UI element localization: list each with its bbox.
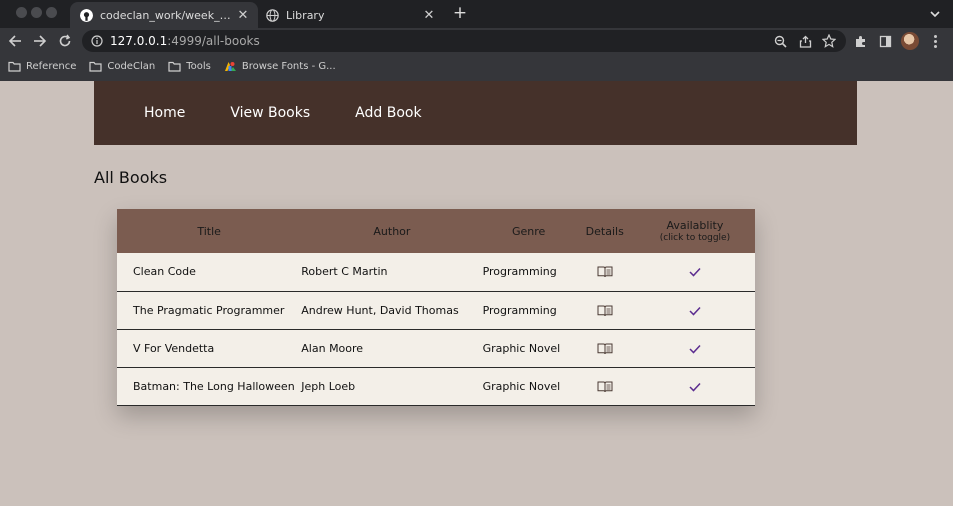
book-details-icon[interactable]: [597, 381, 613, 393]
github-icon: [80, 8, 93, 22]
arrow-left-icon: [8, 35, 21, 47]
details-cell: [575, 329, 635, 367]
book-author: Jeph Loeb: [301, 379, 356, 393]
book-details-icon[interactable]: [597, 343, 613, 355]
bookmark-label: Tools: [186, 60, 211, 72]
column-header-details: Details: [585, 224, 624, 238]
folder-icon: [8, 61, 21, 72]
globe-icon: [266, 8, 279, 22]
column-header-title: Title: [197, 224, 221, 238]
side-panel-icon[interactable]: [876, 32, 894, 50]
book-title: The Pragmatic Programmer: [133, 303, 285, 317]
folder-icon: [89, 61, 102, 72]
window-minimize-dot[interactable]: [31, 7, 42, 18]
table-row: V For Vendetta Alan Moore Graphic Novel: [117, 329, 755, 367]
book-title: Batman: The Long Halloween: [133, 379, 295, 393]
back-button[interactable]: [5, 31, 25, 51]
availability-header-hint: (click to toggle): [659, 233, 731, 243]
tab-strip: codeclan_work/week_03/day_ ✕ Library ✕ +: [0, 0, 953, 28]
forward-button[interactable]: [30, 31, 50, 51]
availability-header-label: Availablity: [666, 219, 724, 232]
availability-cell: [635, 329, 755, 367]
chevron-down-icon[interactable]: [926, 5, 944, 23]
book-genre: Graphic Novel: [482, 379, 561, 393]
availability-cell: [635, 253, 755, 291]
book-details-icon[interactable]: [597, 266, 613, 278]
nav-link-add-book[interactable]: Add Book: [355, 105, 421, 121]
available-check-icon[interactable]: [689, 344, 701, 354]
address-bar[interactable]: 127.0.0.1:4999/all-books: [82, 30, 846, 52]
window-close-dot[interactable]: [16, 7, 27, 18]
availability-cell: [635, 367, 755, 405]
profile-avatar[interactable]: [901, 32, 919, 50]
nav-link-view-books[interactable]: View Books: [230, 105, 310, 121]
browser-chrome: codeclan_work/week_03/day_ ✕ Library ✕ +: [0, 0, 953, 81]
books-table: Title Author Genre Details Availablity (…: [117, 209, 755, 406]
nav-link-home[interactable]: Home: [144, 105, 185, 121]
tab-title: Library: [286, 8, 325, 22]
tab-title: codeclan_work/week_03/day_: [100, 8, 236, 22]
availability-cell: [635, 291, 755, 329]
site-navbar: Home View Books Add Book: [94, 81, 857, 145]
url-host: 127.0.0.1: [110, 34, 168, 48]
folder-icon: [168, 61, 181, 72]
browser-tab-github[interactable]: codeclan_work/week_03/day_ ✕: [70, 2, 258, 28]
extensions-icon[interactable]: [851, 32, 869, 50]
reload-icon: [59, 34, 71, 47]
book-author: Alan Moore: [301, 341, 364, 355]
column-header-genre: Genre: [511, 224, 546, 238]
bookmark-codeclan[interactable]: CodeClan: [89, 61, 155, 72]
bookmark-label: Browse Fonts - G...: [241, 60, 336, 72]
book-author: Robert C Martin: [301, 265, 388, 279]
table-row: Clean Code Robert C Martin Programming: [117, 253, 755, 291]
table-row: Batman: The Long Halloween Jeph Loeb Gra…: [117, 367, 755, 405]
available-check-icon[interactable]: [689, 267, 701, 277]
book-genre: Programming: [482, 265, 557, 279]
new-tab-button[interactable]: +: [450, 3, 470, 23]
column-header-author: Author: [373, 224, 411, 238]
bookmarks-bar: Reference CodeClan Tools Browse Fonts - …: [0, 56, 953, 76]
browser-tab-library[interactable]: Library ✕: [260, 2, 444, 28]
browser-menu-icon[interactable]: [928, 32, 942, 50]
bookmark-label: CodeClan: [107, 60, 156, 72]
book-author: Andrew Hunt, David Thomas: [301, 303, 459, 317]
table-row: The Pragmatic Programmer Andrew Hunt, Da…: [117, 291, 755, 329]
book-genre: Programming: [482, 303, 557, 317]
book-details-icon[interactable]: [597, 305, 613, 317]
google-fonts-icon: [224, 61, 236, 71]
page-title: All Books: [94, 168, 168, 187]
arrow-right-icon: [34, 35, 47, 47]
bookmark-google-fonts[interactable]: Browse Fonts - G...: [224, 61, 336, 72]
details-cell: [575, 367, 635, 405]
column-header-availability: Availablity (click to toggle): [635, 209, 755, 253]
bookmark-reference[interactable]: Reference: [8, 61, 76, 72]
book-title: Clean Code: [133, 265, 196, 279]
book-genre: Graphic Novel: [482, 341, 561, 355]
table-header-row: Title Author Genre Details Availablity (…: [117, 209, 755, 253]
details-cell: [575, 253, 635, 291]
url-path: :4999/all-books: [167, 34, 260, 48]
bookmark-tools[interactable]: Tools: [168, 61, 211, 72]
bookmark-label: Reference: [26, 60, 77, 72]
tab-close-icon[interactable]: ✕: [422, 8, 436, 23]
tab-close-icon[interactable]: ✕: [236, 8, 250, 23]
details-cell: [575, 291, 635, 329]
available-check-icon[interactable]: [689, 306, 701, 316]
window-zoom-dot[interactable]: [46, 7, 57, 18]
available-check-icon[interactable]: [689, 382, 701, 392]
zoom-icon[interactable]: [771, 32, 789, 50]
info-icon[interactable]: [91, 35, 103, 47]
reload-button[interactable]: [55, 31, 75, 51]
book-title: V For Vendetta: [133, 341, 215, 355]
share-icon[interactable]: [796, 32, 814, 50]
star-icon[interactable]: [820, 32, 838, 50]
